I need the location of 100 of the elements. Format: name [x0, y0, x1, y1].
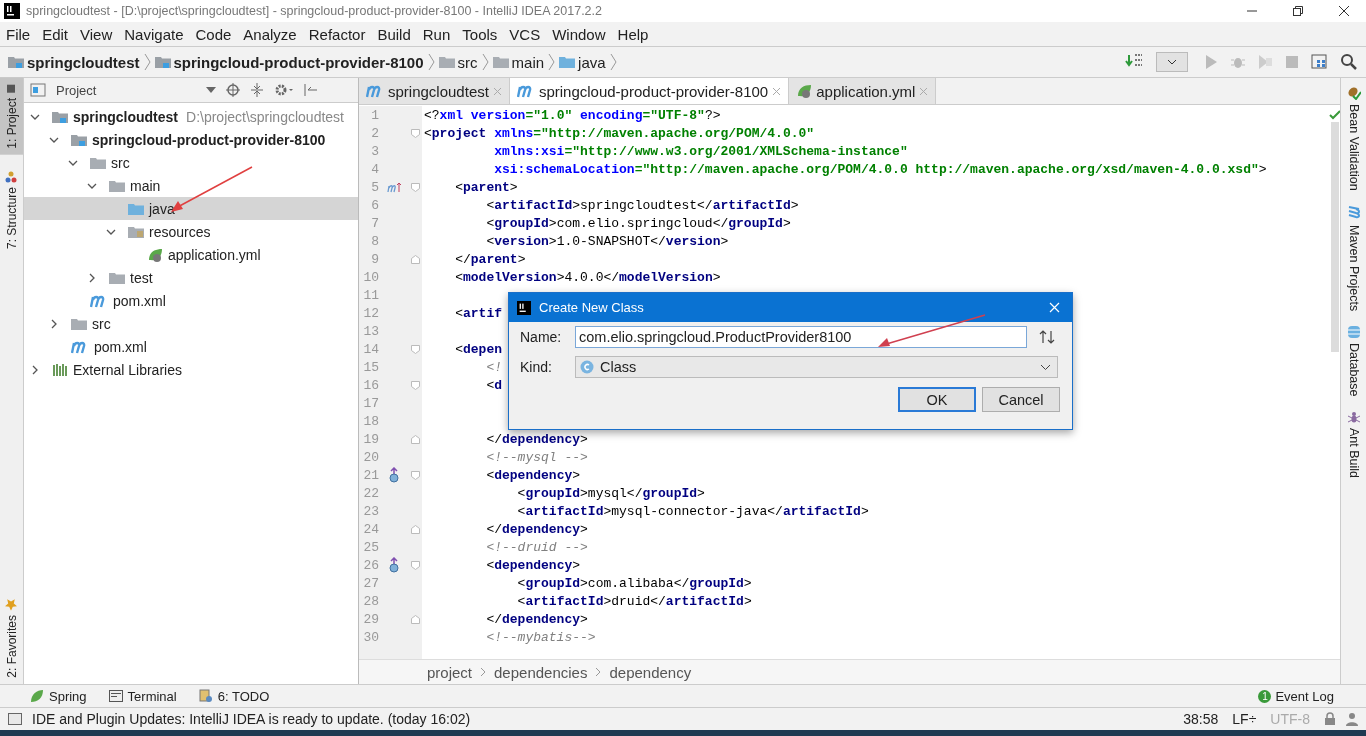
- tree-item[interactable]: resources: [24, 220, 358, 243]
- hide-panel-icon[interactable]: [304, 83, 319, 97]
- project-structure-icon[interactable]: [1311, 53, 1329, 71]
- menu-item[interactable]: Tools: [462, 25, 498, 43]
- maven-parent-icon[interactable]: [387, 181, 401, 193]
- tree-item[interactable]: main: [24, 174, 358, 197]
- menu-item[interactable]: View: [80, 25, 113, 43]
- menu-item[interactable]: Refactor: [308, 25, 366, 43]
- cancel-button[interactable]: Cancel: [982, 387, 1060, 412]
- kind-dropdown[interactable]: Class: [575, 356, 1058, 378]
- code-line: <artifactId>springcloudtest</artifactId>: [485, 197, 799, 213]
- caret-position[interactable]: 38:58: [1183, 711, 1219, 727]
- menu-item[interactable]: Build: [377, 25, 411, 43]
- tool-window-tab[interactable]: 7: Structure: [0, 164, 23, 255]
- fold-marker-icon[interactable]: [410, 434, 420, 444]
- fold-marker-icon[interactable]: [410, 470, 420, 480]
- tree-item[interactable]: External Libraries: [24, 358, 358, 381]
- menu-item[interactable]: Help: [617, 25, 649, 43]
- settings-icon[interactable]: [274, 83, 295, 97]
- tool-window-tab[interactable]: Database: [1346, 324, 1361, 397]
- stop-icon[interactable]: [1284, 54, 1300, 70]
- breadcrumb-item[interactable]: src: [438, 53, 478, 71]
- fold-marker-icon[interactable]: [410, 254, 420, 264]
- run-config-dropdown[interactable]: [1156, 52, 1188, 72]
- breadcrumb-item[interactable]: project: [427, 663, 473, 681]
- tool-window-tab[interactable]: Spring: [30, 688, 87, 704]
- override-icon[interactable]: [388, 557, 400, 573]
- menu-item[interactable]: Run: [422, 25, 451, 43]
- caret-icon[interactable]: [206, 87, 217, 93]
- menu-item[interactable]: Window: [552, 25, 606, 43]
- tool-window-tab[interactable]: Bean Validation: [1346, 86, 1361, 191]
- code-line: <project xmlns="http://maven.apache.org/POM/4.0.0": [424, 125, 815, 141]
- breadcrumb-item[interactable]: main: [492, 53, 545, 71]
- tree-item[interactable]: springcloud-product-provider-8100: [24, 128, 358, 151]
- leaf-icon: [30, 689, 44, 703]
- tool-window-tab[interactable]: 6: TODO: [198, 688, 270, 704]
- chevron-icon: [548, 53, 556, 71]
- fold-marker-icon[interactable]: [410, 380, 420, 390]
- breadcrumb-item[interactable]: dependencies: [494, 663, 588, 681]
- tool-window-tab[interactable]: 1: Project: [0, 78, 23, 155]
- line-number: 22: [362, 485, 379, 501]
- tree-item[interactable]: test: [24, 266, 358, 289]
- line-separator[interactable]: LF÷: [1232, 711, 1257, 727]
- code-line: <!: [485, 359, 502, 375]
- tree-item[interactable]: pom.xml: [24, 289, 358, 312]
- tool-window-tab[interactable]: Maven Projects: [1346, 204, 1361, 311]
- tool-window-tab[interactable]: Terminal: [108, 688, 177, 704]
- menu-item[interactable]: Navigate: [124, 25, 184, 43]
- fold-marker-icon[interactable]: [410, 128, 420, 138]
- window-title: springcloudtest - [D:\project\springcloudtest] - springcloud-product-provider-8100 - IntelliJ IDEA 2017.2.2: [26, 4, 602, 18]
- editor-tab[interactable]: springcloud-product-provider-8100: [509, 78, 790, 104]
- close-icon[interactable]: [1338, 5, 1350, 17]
- locate-icon[interactable]: [226, 83, 241, 97]
- search-icon[interactable]: [1340, 53, 1358, 71]
- ok-button[interactable]: OK: [898, 387, 976, 412]
- tool-window-tab[interactable]: Ant Build: [1346, 410, 1361, 479]
- fold-marker-icon[interactable]: [410, 560, 420, 570]
- app-logo-icon: [4, 3, 20, 19]
- coverage-icon[interactable]: [1257, 54, 1273, 70]
- tree-item[interactable]: application.yml: [24, 243, 358, 266]
- fold-marker-icon[interactable]: [410, 614, 420, 624]
- ant-icon: [1346, 410, 1361, 425]
- restore-icon[interactable]: [1292, 5, 1304, 17]
- folder-icon: [128, 201, 144, 216]
- fold-marker-icon[interactable]: [410, 524, 420, 534]
- menu-item[interactable]: Analyze: [243, 25, 297, 43]
- tree-item[interactable]: pom.xml: [24, 335, 358, 358]
- person-icon[interactable]: [1346, 712, 1358, 726]
- app-logo-icon: [517, 300, 531, 315]
- sort-icon[interactable]: [1039, 330, 1055, 344]
- run-icon[interactable]: [1203, 54, 1219, 70]
- menu-item[interactable]: VCS: [509, 25, 541, 43]
- menu-item[interactable]: Edit: [42, 25, 69, 43]
- tree-item[interactable]: springcloudtest D:\project\springcloudtest: [24, 105, 358, 128]
- menu-item[interactable]: Code: [195, 25, 232, 43]
- name-input-field[interactable]: com.elio.springcloud.ProductProvider8100: [575, 326, 1027, 348]
- collapse-icon[interactable]: [250, 83, 265, 97]
- tree-item[interactable]: src: [24, 151, 358, 174]
- tree-item[interactable]: src: [24, 312, 358, 335]
- breadcrumb-item[interactable]: springcloud-product-provider-8100: [154, 53, 424, 71]
- scrollbar-thumb[interactable]: [1331, 122, 1339, 352]
- chevron-icon: [143, 53, 151, 71]
- breadcrumb-item[interactable]: springcloudtest: [8, 53, 140, 71]
- lock-icon[interactable]: [1324, 712, 1336, 726]
- fold-marker-icon[interactable]: [410, 182, 420, 192]
- editor-tab[interactable]: springcloudtest: [359, 78, 510, 104]
- editor-tab[interactable]: application.yml: [789, 78, 937, 104]
- event-log-tab[interactable]: 1 Event Log: [1258, 688, 1334, 704]
- breadcrumb-item[interactable]: dependency: [609, 663, 692, 681]
- line-number: 27: [362, 575, 379, 591]
- line-number: 19: [362, 431, 379, 447]
- tree-item[interactable]: java: [24, 197, 358, 220]
- panel-title[interactable]: Project: [56, 82, 97, 98]
- breadcrumb-item[interactable]: java: [559, 53, 606, 71]
- line-number: 12: [362, 305, 379, 321]
- panel-toggle-icon[interactable]: [8, 713, 22, 725]
- menu-item[interactable]: File: [6, 25, 31, 43]
- tool-window-tab[interactable]: 2: Favorites: [0, 593, 23, 684]
- fold-marker-icon[interactable]: [410, 344, 420, 354]
- override-icon[interactable]: [388, 467, 400, 483]
